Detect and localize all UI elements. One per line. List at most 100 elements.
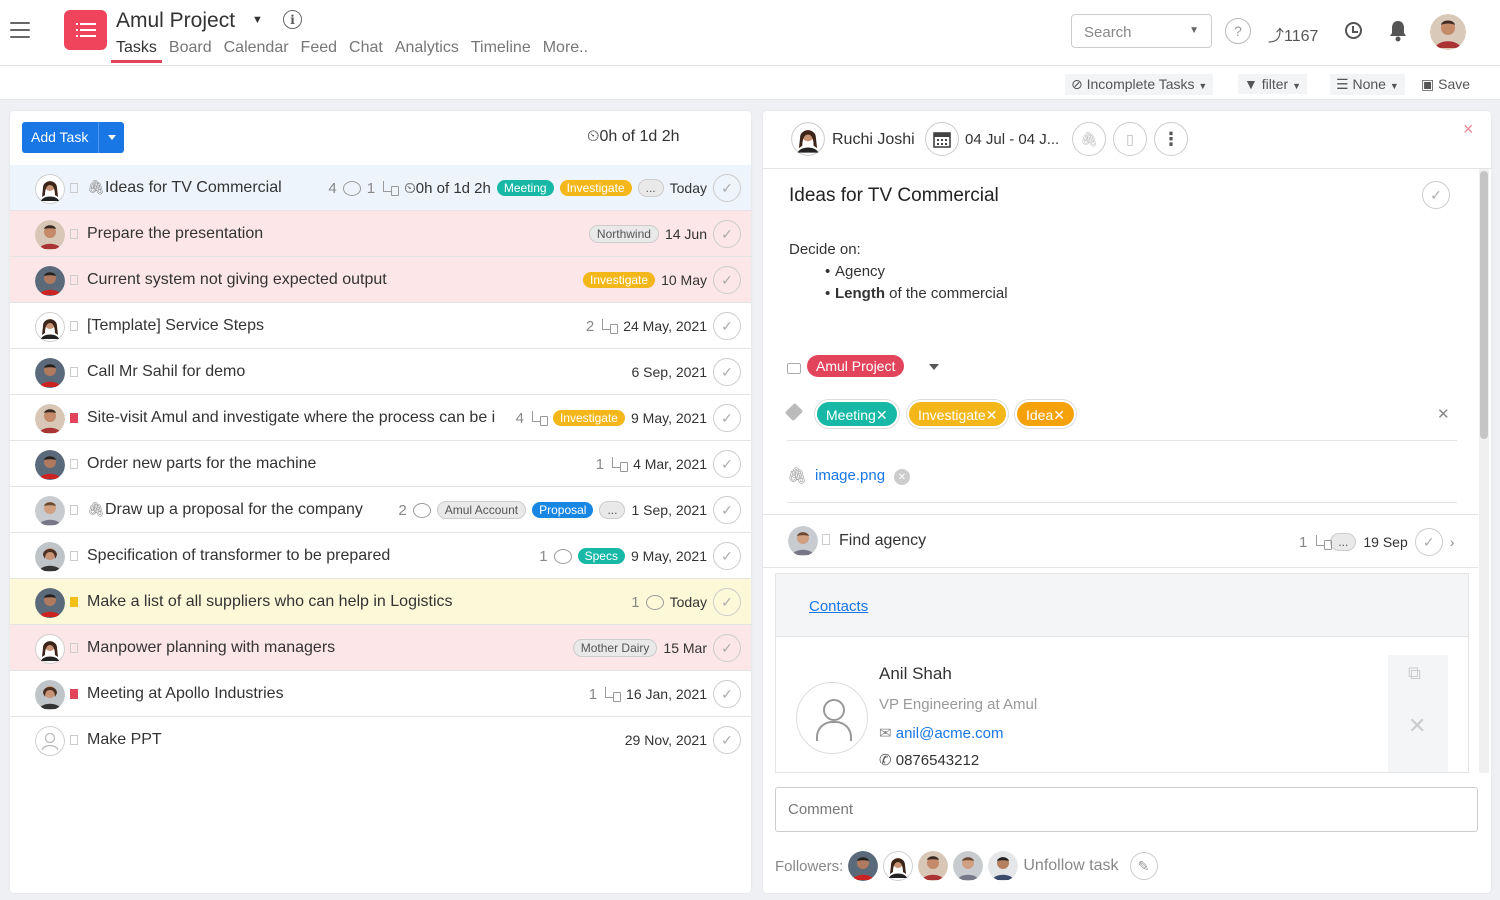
- project-tag[interactable]: Amul Project: [807, 355, 905, 377]
- task-title[interactable]: Make a list of all suppliers who can hel…: [87, 593, 453, 611]
- tab-more[interactable]: More..: [543, 39, 588, 63]
- task-row[interactable]: Specification of transformer to be prepa…: [10, 533, 751, 579]
- group-dropdown[interactable]: ☰ None ▼: [1330, 74, 1405, 95]
- scrollbar[interactable]: [1479, 169, 1489, 773]
- project-title[interactable]: Amul Project: [116, 9, 235, 33]
- due-date[interactable]: 1 Sep, 2021: [631, 502, 707, 518]
- task-title[interactable]: [Template] Service Steps: [87, 317, 264, 335]
- tab-tasks[interactable]: Tasks: [111, 39, 162, 63]
- tag-badge[interactable]: Specs: [577, 548, 625, 564]
- complete-checkmark-icon[interactable]: ✓: [713, 496, 741, 524]
- priority-indicator[interactable]: [70, 505, 78, 515]
- bookmark-icon[interactable]: ▯: [1113, 122, 1147, 156]
- help-icon[interactable]: ?: [1225, 18, 1251, 44]
- assignee-name[interactable]: Ruchi Joshi: [832, 131, 915, 149]
- edit-followers-icon[interactable]: ✎: [1129, 852, 1158, 880]
- tag-badge[interactable]: Amul Account: [436, 501, 527, 519]
- tag-badge[interactable]: Investigate: [583, 272, 656, 288]
- due-date[interactable]: 19 Sep: [1363, 534, 1407, 550]
- due-date[interactable]: 16 Jan, 2021: [626, 686, 707, 702]
- tag-badge[interactable]: Investigate: [552, 410, 625, 426]
- follower-avatar[interactable]: [953, 851, 984, 881]
- follower-avatar[interactable]: [988, 851, 1019, 881]
- bell-icon[interactable]: [1388, 20, 1408, 42]
- complete-checkmark-icon[interactable]: ✓: [713, 220, 741, 248]
- task-row[interactable]: Meeting at Apollo Industries 1 16 Jan, 2…: [10, 671, 751, 717]
- task-description[interactable]: Decide on: Agency Length of the commerci…: [789, 239, 1008, 305]
- tag-badge[interactable]: Proposal: [532, 502, 594, 518]
- complete-checkmark-icon[interactable]: ✓: [713, 634, 741, 662]
- task-row[interactable]: Current system not giving expected outpu…: [10, 257, 751, 303]
- complete-checkmark-icon[interactable]: ✓: [1422, 181, 1450, 209]
- task-title[interactable]: Draw up a proposal for the company: [105, 501, 363, 519]
- external-link-icon[interactable]: ⧉: [1408, 663, 1421, 684]
- due-date[interactable]: 9 May, 2021: [631, 548, 707, 564]
- tab-calendar[interactable]: Calendar: [224, 39, 289, 63]
- task-row[interactable]: 🖇 Draw up a proposal for the company 2 A…: [10, 487, 751, 533]
- due-date[interactable]: 29 Nov, 2021: [625, 732, 707, 748]
- assignee-avatar[interactable]: [791, 122, 825, 156]
- task-row[interactable]: [Template] Service Steps 2 24 May, 2021 …: [10, 303, 751, 349]
- tag-badge[interactable]: Meeting: [496, 180, 554, 196]
- date-range[interactable]: 04 Jul - 04 J...: [965, 131, 1059, 148]
- priority-indicator[interactable]: [70, 275, 78, 285]
- task-title[interactable]: Manpower planning with managers: [87, 639, 335, 657]
- menu-icon[interactable]: [10, 22, 30, 38]
- due-date[interactable]: 6 Sep, 2021: [631, 364, 707, 380]
- task-row[interactable]: Prepare the presentation Northwind 14 Ju…: [10, 211, 751, 257]
- tab-chat[interactable]: Chat: [349, 39, 383, 63]
- subtask-title[interactable]: Find agency: [839, 532, 926, 550]
- tag-badge[interactable]: Investigate: [559, 180, 632, 196]
- contact-email[interactable]: ✉ anil@acme.com: [879, 724, 1004, 742]
- chevron-right-icon[interactable]: ›: [1450, 534, 1455, 550]
- task-title[interactable]: Prepare the presentation: [87, 225, 263, 243]
- tab-feed[interactable]: Feed: [301, 39, 337, 63]
- follower-avatar[interactable]: [918, 851, 949, 881]
- comment-input[interactable]: Comment: [775, 787, 1478, 832]
- priority-indicator[interactable]: [70, 321, 78, 331]
- priority-indicator[interactable]: [70, 229, 78, 239]
- attach-icon[interactable]: 🖇: [1072, 122, 1106, 156]
- task-row[interactable]: Call Mr Sahil for demo 6 Sep, 2021 ✓: [10, 349, 751, 395]
- follower-avatar[interactable]: [883, 851, 914, 881]
- remove-attachment-icon[interactable]: ✕: [894, 469, 910, 485]
- tag-meeting[interactable]: Meeting✕: [815, 400, 899, 428]
- task-title[interactable]: Make PPT: [87, 731, 162, 749]
- due-date[interactable]: Today: [670, 594, 707, 610]
- due-date[interactable]: 14 Jun: [665, 226, 707, 242]
- due-date[interactable]: 10 May: [661, 272, 707, 288]
- complete-checkmark-icon[interactable]: ✓: [713, 266, 741, 294]
- priority-indicator[interactable]: [70, 413, 78, 423]
- priority-indicator[interactable]: [70, 735, 78, 745]
- save-button[interactable]: ▣ Save: [1415, 74, 1476, 95]
- task-title[interactable]: Ideas for TV Commercial: [105, 179, 282, 197]
- project-list-icon[interactable]: [64, 10, 107, 50]
- due-date[interactable]: 15 Mar: [663, 640, 707, 656]
- contacts-link[interactable]: Contacts: [809, 598, 868, 615]
- priority-indicator[interactable]: [70, 689, 78, 699]
- more-options-icon[interactable]: ⋮: [1154, 122, 1188, 156]
- complete-checkmark-icon[interactable]: ✓: [713, 588, 741, 616]
- project-dropdown-icon[interactable]: ▼: [252, 14, 263, 26]
- task-title[interactable]: Specification of transformer to be prepa…: [87, 547, 390, 565]
- scrollbar-thumb[interactable]: [1480, 171, 1488, 439]
- task-row[interactable]: Site-visit Amul and investigate where th…: [10, 395, 751, 441]
- add-task-button[interactable]: Add Task: [22, 122, 124, 153]
- priority-indicator[interactable]: [70, 459, 78, 469]
- tag-badge[interactable]: Northwind: [588, 225, 659, 243]
- tab-analytics[interactable]: Analytics: [395, 39, 459, 63]
- task-row[interactable]: Make a list of all suppliers who can hel…: [10, 579, 751, 625]
- task-row[interactable]: 🖇 Ideas for TV Commercial 4 1 ⏲ 0h of 1d …: [10, 165, 751, 211]
- task-row[interactable]: Manpower planning with managers Mother D…: [10, 625, 751, 671]
- clock-icon[interactable]: [1345, 22, 1362, 39]
- more-tags-badge[interactable]: ...: [599, 501, 626, 519]
- tag-investigate[interactable]: Investigate✕: [907, 400, 1009, 428]
- remove-contact-icon[interactable]: ✕: [1408, 713, 1426, 739]
- task-detail-title[interactable]: Ideas for TV Commercial: [789, 185, 999, 207]
- info-icon[interactable]: i: [283, 10, 302, 29]
- task-title[interactable]: Order new parts for the machine: [87, 455, 316, 473]
- priority-indicator[interactable]: [70, 643, 78, 653]
- due-date[interactable]: 24 May, 2021: [623, 318, 707, 334]
- complete-checkmark-icon[interactable]: ✓: [1414, 528, 1443, 556]
- task-title[interactable]: Call Mr Sahil for demo: [87, 363, 245, 381]
